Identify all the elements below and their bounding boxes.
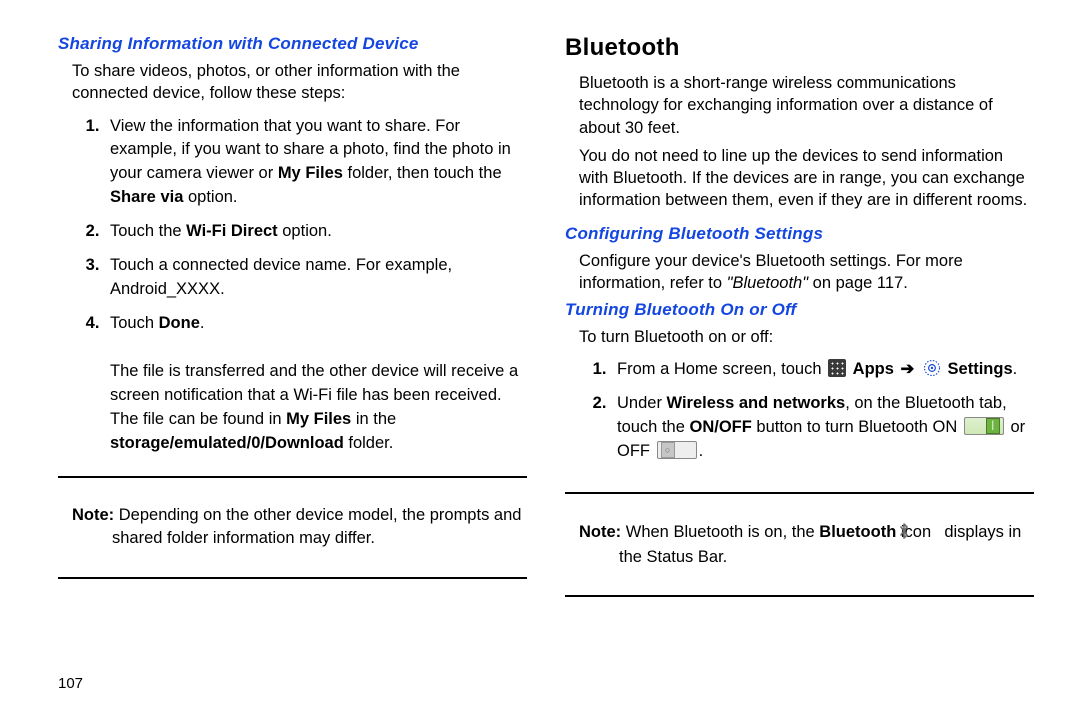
- step-1: View the information that you want to sh…: [104, 115, 527, 211]
- t1-a: From a Home screen, touch: [617, 360, 826, 378]
- step-3: Touch a connected device name. For examp…: [104, 254, 527, 302]
- divider: [565, 492, 1034, 494]
- divider: [565, 595, 1034, 597]
- switch-on-icon: [964, 417, 1004, 435]
- share-via-label: Share via: [110, 188, 183, 206]
- step-4: Touch Done.: [104, 312, 527, 336]
- apps-icon: [828, 359, 846, 377]
- configuring-para: Configure your device's Bluetooth settin…: [565, 250, 1034, 295]
- done-label: Done: [159, 314, 200, 332]
- rnote-a: When Bluetooth is on, the: [621, 523, 819, 541]
- sharing-intro: To share videos, photos, or other inform…: [58, 60, 527, 105]
- step-1-text-e: option.: [183, 188, 237, 206]
- wireless-networks-label: Wireless and networks: [667, 394, 846, 412]
- apps-label: Apps: [853, 360, 894, 378]
- t2-e: button to turn Bluetooth ON: [752, 418, 962, 436]
- turning-step-2: Under Wireless and networks, on the Blue…: [611, 392, 1034, 464]
- step-2: Touch the Wi-Fi Direct option.: [104, 220, 527, 244]
- after-c: in the: [351, 410, 396, 428]
- bluetooth-ref: "Bluetooth": [727, 274, 808, 292]
- page-number: 107: [58, 675, 83, 692]
- my-files-label-2: My Files: [286, 410, 351, 428]
- right-column: Bluetooth Bluetooth is a short-range wir…: [565, 34, 1034, 692]
- turning-intro: To turn Bluetooth on or off:: [565, 326, 1034, 348]
- configuring-heading: Configuring Bluetooth Settings: [565, 224, 1034, 244]
- right-note: Note: When Bluetooth is on, the Bluetoot…: [565, 521, 1034, 569]
- settings-label: Settings: [948, 360, 1013, 378]
- on-off-label: ON/OFF: [689, 418, 751, 436]
- turning-step-1: From a Home screen, touch Apps ➔ Setting…: [611, 358, 1034, 382]
- wifi-direct-label: Wi-Fi Direct: [186, 222, 278, 240]
- turning-heading: Turning Bluetooth On or Off: [565, 300, 1034, 320]
- note-label: Note:: [72, 506, 114, 524]
- turning-steps: From a Home screen, touch Apps ➔ Setting…: [565, 358, 1034, 474]
- settings-icon: [923, 359, 941, 377]
- sharing-heading: Sharing Information with Connected Devic…: [58, 34, 527, 54]
- left-column: Sharing Information with Connected Devic…: [58, 34, 527, 692]
- bluetooth-label: Bluetooth: [819, 523, 896, 541]
- left-note: Note: Depending on the other device mode…: [58, 504, 527, 550]
- bluetooth-p1: Bluetooth is a short-range wireless comm…: [565, 72, 1034, 139]
- manual-page: Sharing Information with Connected Devic…: [0, 0, 1080, 720]
- t2-a: Under: [617, 394, 667, 412]
- note-label-r: Note:: [579, 523, 621, 541]
- t1-end: .: [1013, 360, 1018, 378]
- bluetooth-p2: You do not need to line up the devices t…: [565, 145, 1034, 212]
- note-text: Depending on the other device model, the…: [112, 506, 521, 547]
- step-2-text-a: Touch the: [110, 222, 186, 240]
- conf-c: on page 117.: [808, 274, 908, 292]
- switch-off-icon: [657, 441, 697, 459]
- divider: [58, 577, 527, 579]
- step-4-text-a: Touch: [110, 314, 159, 332]
- sharing-steps: View the information that you want to sh…: [58, 115, 527, 346]
- divider: [58, 476, 527, 478]
- download-path-label: storage/emulated/0/Download: [110, 434, 344, 452]
- step-4-extra: The file is transferred and the other de…: [110, 360, 527, 456]
- my-files-label: My Files: [278, 164, 343, 182]
- arrow-icon: ➔: [901, 358, 915, 382]
- after-e: folder.: [344, 434, 394, 452]
- t2-g: .: [699, 442, 704, 460]
- step-2-text-c: option.: [278, 222, 332, 240]
- step-4-text-c: .: [200, 314, 205, 332]
- step-1-text-c: folder, then touch the: [343, 164, 502, 182]
- bluetooth-title: Bluetooth: [565, 34, 1034, 62]
